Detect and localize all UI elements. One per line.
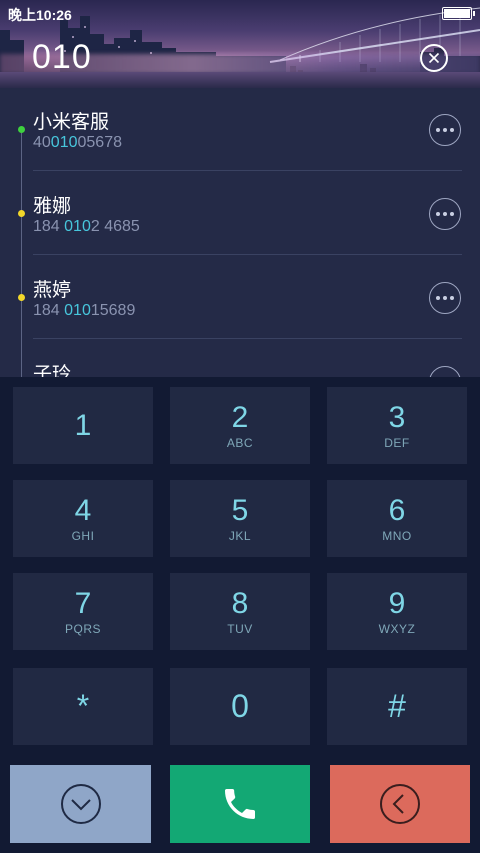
chevron-left-circle-icon bbox=[380, 784, 420, 824]
key-8[interactable]: 8 TUV bbox=[170, 573, 310, 650]
key-star[interactable]: * bbox=[13, 668, 153, 745]
contact-name: 小米客服 bbox=[33, 112, 110, 133]
contact-number: 184 01015689 bbox=[33, 302, 136, 319]
status-bar: 晚上10:26 bbox=[0, 0, 480, 26]
phone-icon bbox=[225, 789, 255, 819]
battery-icon bbox=[442, 7, 475, 20]
clear-input-button[interactable] bbox=[420, 44, 448, 72]
key-6[interactable]: 6 MNO bbox=[327, 480, 467, 557]
close-icon bbox=[428, 52, 440, 64]
dialed-number-display: 010 bbox=[32, 38, 92, 76]
key-3[interactable]: 3 DEF bbox=[327, 387, 467, 464]
chevron-down-circle-icon bbox=[60, 784, 101, 824]
collapse-keypad-button[interactable] bbox=[10, 765, 151, 843]
status-dot bbox=[18, 126, 25, 133]
key-7[interactable]: 7 PQRS bbox=[13, 573, 153, 650]
contact-results-list[interactable]: 小米客服 4001005678 雅娜 184 0102 4685 燕婷 184 … bbox=[0, 88, 480, 378]
more-options-button[interactable] bbox=[429, 282, 461, 314]
contact-name: 子玲 bbox=[33, 364, 72, 378]
key-4[interactable]: 4 GHI bbox=[13, 480, 153, 557]
contact-name: 燕婷 bbox=[33, 280, 72, 301]
call-button[interactable] bbox=[170, 765, 310, 843]
list-item[interactable]: 燕婷 184 01015689 bbox=[0, 256, 480, 340]
more-options-button[interactable] bbox=[429, 114, 461, 146]
key-1[interactable]: 1 bbox=[13, 387, 153, 464]
key-hash[interactable]: # bbox=[327, 668, 467, 745]
list-item[interactable]: 雅娜 184 0102 4685 bbox=[0, 172, 480, 256]
status-dot bbox=[18, 210, 25, 217]
list-item[interactable]: 小米客服 4001005678 bbox=[0, 88, 480, 172]
contact-number: 184 0102 4685 bbox=[33, 218, 140, 235]
divider bbox=[33, 254, 462, 255]
delete-button[interactable] bbox=[330, 765, 470, 843]
list-item[interactable]: 子玲 bbox=[0, 340, 480, 378]
status-time: 晚上10:26 bbox=[8, 7, 72, 23]
key-5[interactable]: 5 JKL bbox=[170, 480, 310, 557]
more-options-button[interactable] bbox=[429, 198, 461, 230]
divider bbox=[33, 170, 462, 171]
key-0[interactable]: 0 bbox=[170, 668, 310, 745]
key-2[interactable]: 2 ABC bbox=[170, 387, 310, 464]
divider bbox=[33, 338, 462, 339]
contact-number: 4001005678 bbox=[33, 134, 122, 151]
status-dot bbox=[18, 294, 25, 301]
key-9[interactable]: 9 WXYZ bbox=[327, 573, 467, 650]
contact-name: 雅娜 bbox=[33, 196, 72, 217]
